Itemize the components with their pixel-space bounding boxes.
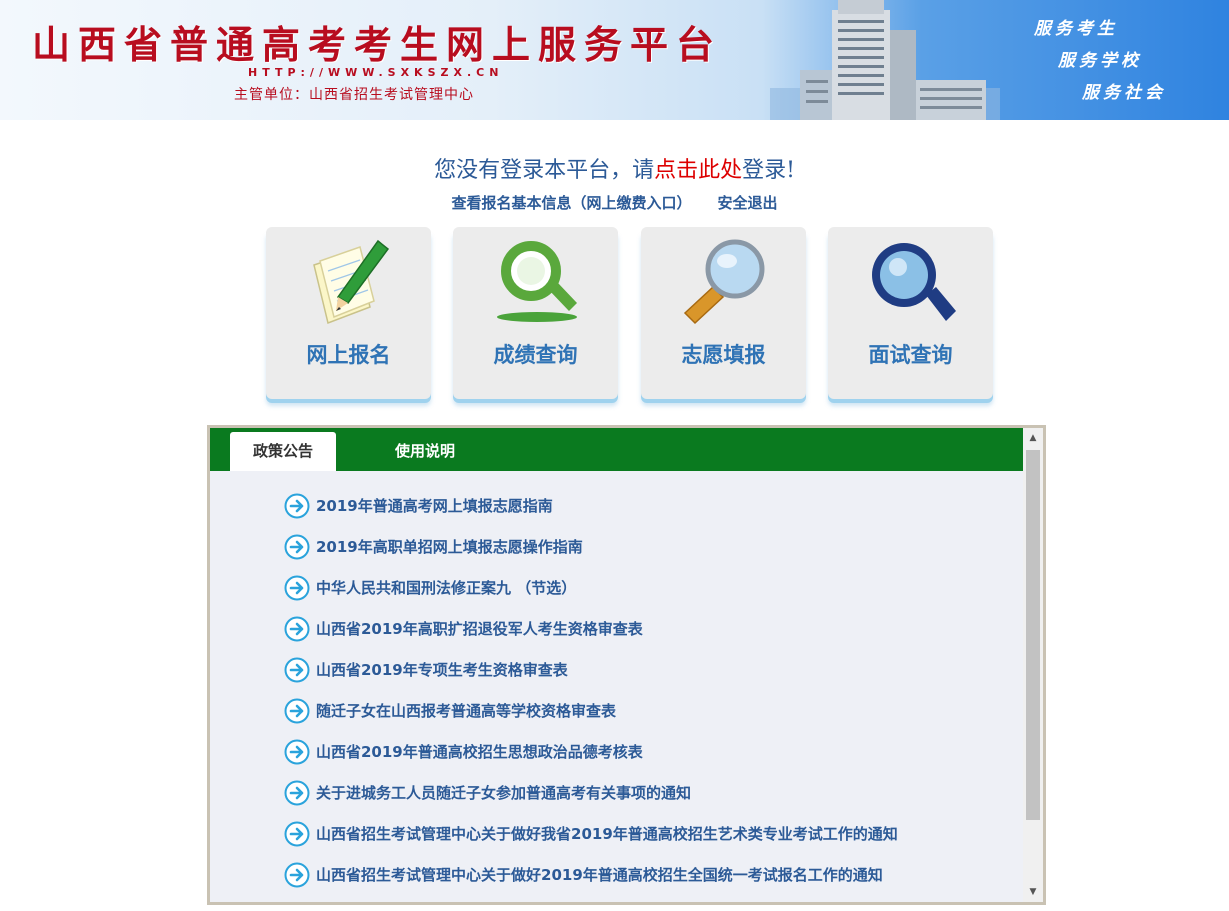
notice-title: 2019年高职单招网上填报志愿操作指南 (316, 538, 583, 556)
notice-item[interactable]: 山西省2019年普通高校招生思想政治品德考核表 (284, 731, 1004, 772)
notice-title: 山西省2019年高职扩招退役军人考生资格审查表 (316, 620, 643, 638)
login-suffix: 登录! (742, 158, 795, 183)
arrow-right-circle-icon (284, 575, 310, 600)
building-icon (770, 0, 1000, 120)
notice-title: 山西省2019年普通高校招生思想政治品德考核表 (316, 743, 643, 761)
login-link[interactable]: 点击此处 (654, 158, 742, 183)
arrow-right-circle-icon (284, 739, 310, 764)
tile-label: 网上报名 (306, 343, 391, 367)
notice-item[interactable]: 2019年高职单招网上填报志愿操作指南 (284, 526, 1004, 567)
notice-item[interactable]: 关于进城务工人员随迁子女参加普通高考有关事项的通知 (284, 772, 1004, 813)
arrow-right-circle-icon (284, 862, 310, 887)
tile-score-query[interactable]: 成绩查询 (453, 227, 618, 399)
notice-panel: 政策公告 使用说明 2019年普通高考网上填报志愿指南 2019年高职单招网上填报… (207, 425, 1046, 905)
header-banner: 山西省普通高考考生网上服务平台 HTTP://WWW.SXKSZX.CN 主管单… (0, 0, 1229, 120)
notice-title: 2019年普通高考网上填报志愿指南 (316, 497, 553, 515)
arrow-right-circle-icon (284, 493, 310, 518)
scroll-down-arrow-icon[interactable]: ▼ (1023, 882, 1043, 902)
notice-item[interactable]: 山西省2019年专项生考生资格审查表 (284, 649, 1004, 690)
notice-item[interactable]: 中华人民共和国刑法修正案九 （节选） (284, 567, 1004, 608)
tile-label: 面试查询 (868, 343, 953, 367)
notice-item[interactable]: 2019年普通高考网上填报志愿指南 (284, 485, 1004, 526)
scrollbar[interactable]: ▲ ▼ (1023, 428, 1043, 902)
pen-paper-icon (313, 239, 390, 325)
tab-policy-notice[interactable]: 政策公告 (230, 432, 336, 471)
tile-label: 志愿填报 (681, 343, 766, 367)
magnifier-green-icon (497, 241, 577, 322)
slogan-students: 服务考生 (1034, 19, 1118, 39)
arrow-right-circle-icon (284, 821, 310, 846)
notice-title: 山西省招生考试管理中心关于做好我省2019年普通高校招生艺术类专业考试工作的通知 (316, 825, 898, 843)
notice-title: 中华人民共和国刑法修正案九 （节选） (316, 579, 577, 597)
notice-item[interactable]: 山西省招生考试管理中心关于做好我省2019年普通高校招生艺术类专业考试工作的通知 (284, 813, 1004, 854)
slogan-schools: 服务学校 (1058, 51, 1142, 71)
tile-volunteer-fill[interactable]: 志愿填报 (641, 227, 806, 399)
tile-label: 成绩查询 (493, 343, 578, 367)
arrow-right-circle-icon (284, 657, 310, 682)
arrow-right-circle-icon (284, 698, 310, 723)
site-url: HTTP://WWW.SXKSZX.CN (248, 66, 504, 79)
tile-interview-query[interactable]: 面试查询 (828, 227, 993, 399)
site-title: 山西省普通高考考生网上服务平台 (32, 22, 723, 67)
notice-item[interactable]: 山西省招生考试管理中心关于做好2019年普通高校招生全国统一考试报名工作的通知 (284, 854, 1004, 895)
arrow-right-circle-icon (284, 616, 310, 641)
tab-instructions[interactable]: 使用说明 (360, 432, 490, 471)
arrow-right-circle-icon (284, 780, 310, 805)
slogan-society: 服务社会 (1082, 83, 1166, 103)
scroll-up-arrow-icon[interactable]: ▲ (1023, 428, 1043, 448)
magnifier-navy-icon (872, 243, 956, 321)
arrow-right-circle-icon (284, 534, 310, 559)
notice-title: 关于进城务工人员随迁子女参加普通高考有关事项的通知 (316, 784, 692, 802)
magnifier-gold-icon (683, 239, 765, 325)
basic-info-link[interactable]: 查看报名基本信息（网上缴费入口） (451, 194, 691, 212)
notice-item[interactable]: 随迁子女在山西报考普通高等学校资格审查表 (284, 690, 1004, 731)
notice-item[interactable]: 山西省2019年高职扩招退役军人考生资格审查表 (284, 608, 1004, 649)
login-prefix: 您没有登录本平台，请 (434, 158, 655, 183)
sub-links: 查看报名基本信息（网上缴费入口） 安全退出 (0, 192, 1229, 213)
notice-title: 随迁子女在山西报考普通高等学校资格审查表 (316, 702, 617, 720)
organizer-text: 主管单位：山西省招生考试管理中心 (234, 87, 474, 103)
notice-title: 山西省招生考试管理中心关于做好2019年普通高校招生全国统一考试报名工作的通知 (316, 866, 883, 884)
logout-link[interactable]: 安全退出 (718, 194, 778, 212)
login-prompt: 您没有登录本平台，请点击此处登录! (0, 152, 1229, 184)
tab-bar: 政策公告 使用说明 (210, 428, 1023, 471)
notice-list: 2019年普通高考网上填报志愿指南 2019年高职单招网上填报志愿操作指南 中华人民… (284, 485, 1004, 895)
scroll-thumb[interactable] (1026, 450, 1040, 820)
notice-title: 山西省2019年专项生考生资格审查表 (316, 661, 568, 679)
tile-online-registration[interactable]: 网上报名 (266, 227, 431, 399)
